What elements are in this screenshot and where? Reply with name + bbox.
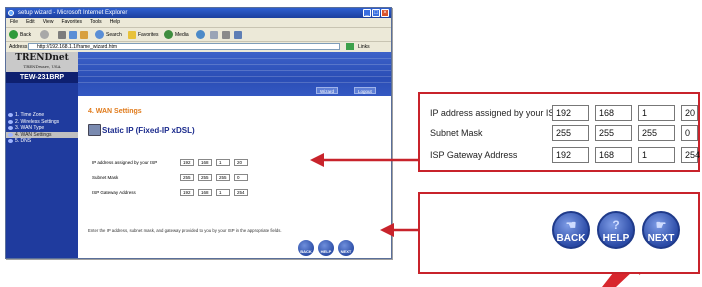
zoom-ip-label: IP address assigned by your ISP (430, 108, 561, 118)
zoom-gateway-octet-2[interactable]: 168 (595, 147, 632, 163)
zoom-ip-row: IP address assigned by your ISP 192 168 … (430, 105, 698, 122)
zoom-ip-octet-4[interactable]: 20 (681, 105, 698, 121)
zoom-gateway-octet-1[interactable]: 192 (552, 147, 589, 163)
zoom-mask-octet-1[interactable]: 255 (552, 125, 589, 141)
zoom-ip-octet-2[interactable]: 168 (595, 105, 632, 121)
zoom-buttons-panel: ☚ BACK ? HELP ☛ NEXT (418, 192, 700, 274)
zoom-back-button[interactable]: ☚ BACK (552, 211, 590, 249)
zoom-ip-octet-3[interactable]: 1 (638, 105, 675, 121)
zoom-mask-label: Subnet Mask (430, 128, 483, 138)
hand-back-icon: ☚ (565, 218, 577, 232)
zoom-gateway-row: ISP Gateway Address 192 168 1 254 (430, 147, 700, 164)
zoom-gateway-octet-3[interactable]: 1 (638, 147, 675, 163)
zoom-ip-octet-1[interactable]: 192 (552, 105, 589, 121)
zoom-help-button[interactable]: ? HELP (597, 211, 635, 249)
zoom-next-button[interactable]: ☛ NEXT (642, 211, 680, 249)
question-icon: ? (612, 218, 620, 232)
hand-next-icon: ☛ (655, 218, 667, 232)
arrowhead-fields (310, 153, 324, 167)
zoom-gateway-label: ISP Gateway Address (430, 150, 518, 160)
zoom-fields-panel: IP address assigned by your ISP 192 168 … (418, 92, 700, 172)
arrowhead-buttons (380, 223, 394, 237)
zoom-mask-octet-2[interactable]: 255 (595, 125, 632, 141)
zoom-mask-octet-3[interactable]: 255 (638, 125, 675, 141)
zoom-mask-octet-4[interactable]: 0 (681, 125, 698, 141)
zoom-gateway-octet-4[interactable]: 254 (681, 147, 700, 163)
zoom-mask-row: Subnet Mask 255 255 255 0 (430, 125, 698, 142)
